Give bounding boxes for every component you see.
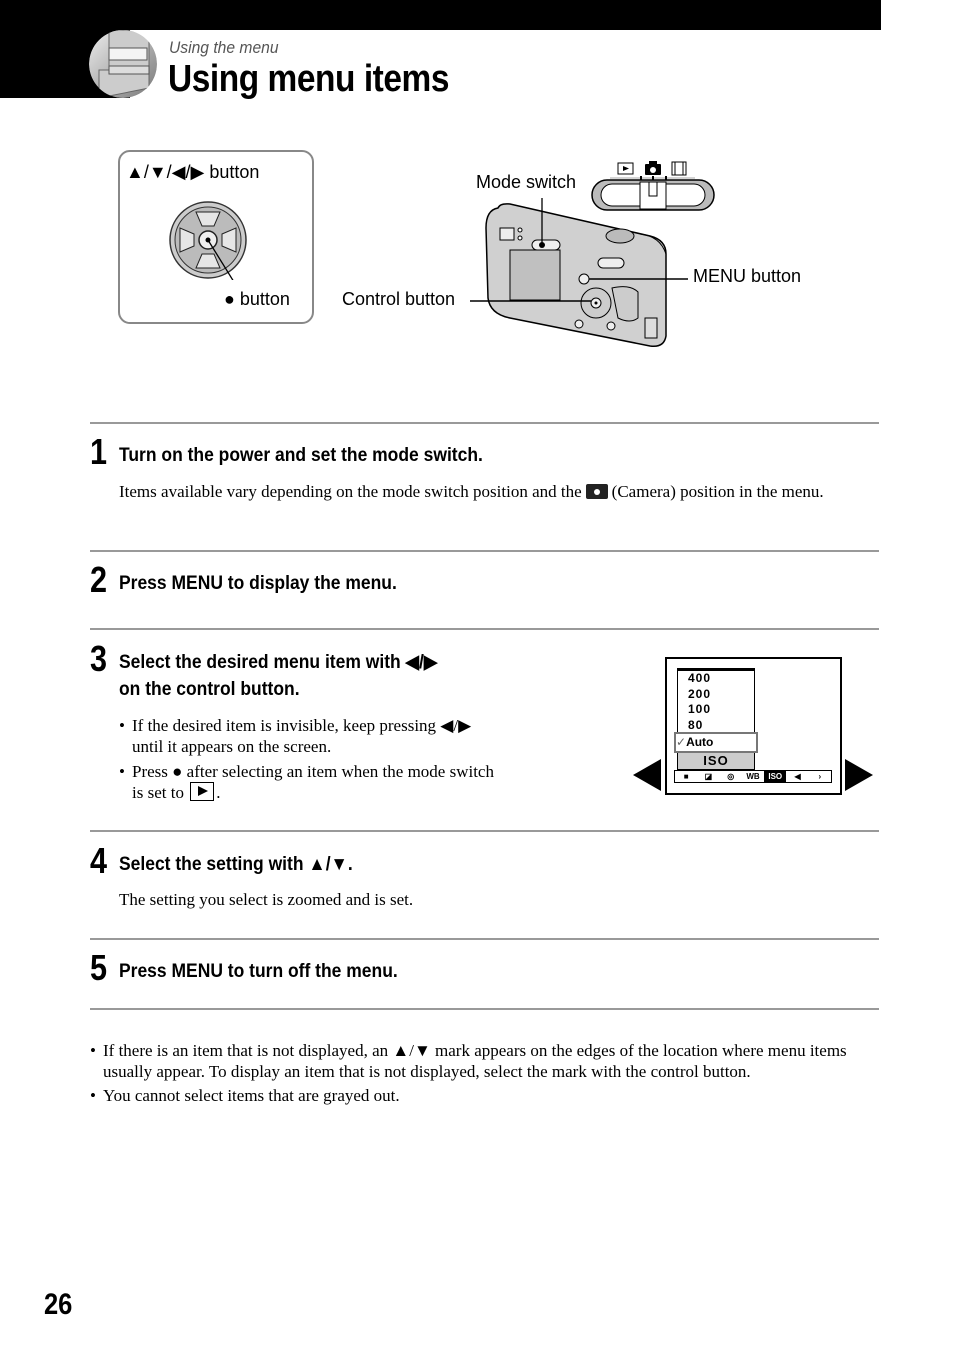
center-button-label: ● button xyxy=(224,289,290,309)
check-icon: ✓ xyxy=(676,735,687,749)
iso-option-selected: ✓Auto xyxy=(674,732,758,753)
camera-icon: ■ xyxy=(683,772,689,781)
note-item: If there is an item that is not displaye… xyxy=(90,1040,865,1082)
step-title: Select the desired menu item with ◀/▶ xyxy=(119,652,438,673)
step-title-cont: on the control button. xyxy=(119,679,300,700)
notes: If there is an item that is not displaye… xyxy=(90,1040,865,1106)
menu-bar: ■ ◪ ◎ WB ISO ◀ › xyxy=(674,770,832,783)
divider xyxy=(90,550,879,552)
right-arrow-icon xyxy=(845,759,873,791)
iso-option: 200 xyxy=(688,686,712,701)
lcd-menu-screen: 400 200 100 80 ✓Auto ISO ■ ◪ ◎ WB ISO ◀ … xyxy=(665,657,842,795)
step-body: The setting you select is zoomed and is … xyxy=(119,890,414,909)
divider xyxy=(90,422,879,424)
control-button-diagram: ▲/▼/◀/▶ button ● button xyxy=(118,150,314,324)
camera-icon xyxy=(585,484,608,499)
quality-icon: ◀ xyxy=(794,772,801,781)
mode-camera-icon xyxy=(645,161,661,175)
dpad-icon xyxy=(169,201,247,280)
section-title: Using the menu xyxy=(169,38,279,57)
chevron-right-icon: › xyxy=(818,772,822,781)
step-number: 2 xyxy=(90,559,108,600)
menu-bar-wb: WB xyxy=(746,772,760,781)
bullet-item: If the desired item is invisible, keep p… xyxy=(119,715,504,757)
note-item: You cannot select items that are grayed … xyxy=(90,1085,865,1106)
step-title: Select the setting with ▲/▼. xyxy=(119,854,353,875)
divider xyxy=(90,1008,879,1010)
camera-illustration xyxy=(470,161,715,348)
focus-icon: ◎ xyxy=(727,772,735,781)
menu-bar-iso: ISO xyxy=(764,771,787,782)
mode-movie-icon xyxy=(671,161,687,176)
mode-playback-icon xyxy=(617,162,634,175)
divider xyxy=(90,830,879,832)
step-number: 1 xyxy=(90,431,108,472)
step-number: 5 xyxy=(90,947,108,988)
step-title: Press MENU to display the menu. xyxy=(119,573,397,594)
playback-icon xyxy=(190,782,215,801)
page-number: 26 xyxy=(44,1288,73,1321)
bullet-item: Press ● after selecting an item when the… xyxy=(119,761,504,803)
page-title: Using menu items xyxy=(168,58,449,100)
iso-option: 80 xyxy=(688,717,704,732)
divider xyxy=(90,628,879,630)
step-title: Turn on the power and set the mode switc… xyxy=(119,445,483,466)
iso-option: 100 xyxy=(688,702,712,716)
dpad-label: ▲/▼/◀/▶ button xyxy=(126,162,260,182)
control-button-label: Control button xyxy=(342,289,456,309)
iso-options: 400 200 100 80 ✓Auto ISO xyxy=(674,668,758,770)
exposure-icon: ◪ xyxy=(704,772,713,781)
divider xyxy=(90,938,879,940)
step-number: 4 xyxy=(90,840,108,881)
menu-section-icon xyxy=(89,30,157,98)
left-arrow-icon xyxy=(633,759,661,791)
menu-item-label: ISO xyxy=(678,753,754,769)
step-bullets: If the desired item is invisible, keep p… xyxy=(119,715,504,803)
step-title: Press MENU to turn off the menu. xyxy=(119,961,398,982)
step-number: 3 xyxy=(90,638,108,679)
iso-option: 400 xyxy=(688,671,712,685)
header-bar xyxy=(0,0,881,30)
step-body: Items available vary depending on the mo… xyxy=(119,482,824,501)
